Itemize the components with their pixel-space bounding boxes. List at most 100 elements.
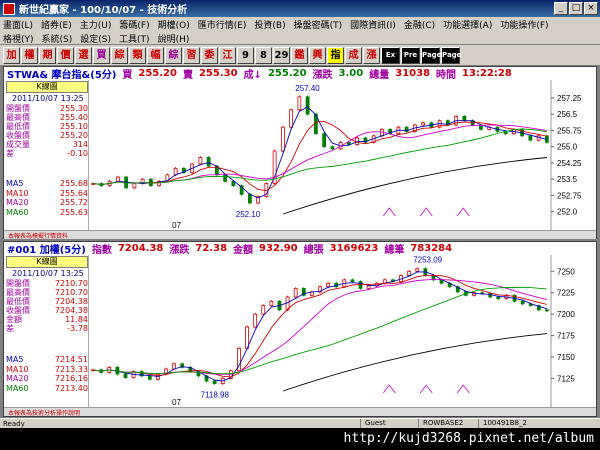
candle-body	[123, 373, 128, 378]
toolbar-button-8[interactable]: 幅	[147, 46, 164, 64]
candle-body	[198, 157, 203, 165]
info-value: 7204.38	[54, 306, 88, 315]
info-label: 金額	[6, 315, 22, 324]
futures-candlestick-chart: 257.25 256.5 255.75 255.0 254.25 253.5 252.75 2…	[91, 80, 582, 230]
menu-item-row1-2[interactable]: 主力(U)	[80, 18, 112, 31]
ma-value: 7213.40	[54, 383, 88, 393]
toolbar-button-21[interactable]: Ex	[381, 46, 400, 64]
info-row: 金額 11.84	[6, 315, 88, 324]
toolbar-button-9[interactable]: 綜	[165, 46, 182, 64]
toolbar-button-22[interactable]: Pre	[401, 46, 420, 64]
status-user: Guest	[360, 419, 418, 428]
ma-label: MA60	[6, 207, 29, 217]
toolbar-button-4[interactable]: 選	[75, 46, 92, 64]
moving-average-line	[93, 120, 547, 192]
toolbar-button-10[interactable]: 習	[183, 46, 200, 64]
futures-panel-footer: 本報表為模擬行情資料	[4, 230, 596, 240]
info-label: 開盤價	[6, 104, 30, 113]
info-label: 收盤價	[6, 306, 30, 315]
toolbar-button-19[interactable]: 成	[345, 46, 362, 64]
menu-item-row2-2[interactable]: 設定(S)	[80, 32, 111, 45]
futures-footer-text: 本報表為模擬行情資料	[8, 232, 69, 240]
index-k-chart-button[interactable]: K線圖	[6, 256, 88, 268]
change-value: 3.00	[338, 67, 364, 79]
index-plot-area[interactable]: 7250 7225 7200 7175 7150 7125 7253.09 7118.98 07	[88, 255, 596, 407]
toolbar-button-13[interactable]: 9	[237, 46, 254, 64]
menu-bar: 畫面(L) 諮券(E) 主力(U) 籌碼(F) 期權(O) 匯市行情(E) 投資(B) 操盤密…	[0, 17, 600, 45]
menu-item-row1-10[interactable]: 功能選擇(A)	[443, 18, 492, 31]
info-value: 255.40	[60, 113, 88, 122]
y-tick-label: 7125	[557, 374, 575, 383]
index-change-label: 漲跌	[169, 244, 190, 255]
info-value: 255.10	[60, 122, 88, 131]
close-button[interactable]: ×	[584, 2, 598, 15]
candle-body	[261, 305, 266, 315]
y-tick-label: 255.75	[557, 126, 582, 135]
menu-item-row1-4[interactable]: 期權(O)	[158, 18, 190, 31]
k-chart-button[interactable]: K線圖	[6, 81, 88, 93]
ma-value: 255.72	[60, 198, 88, 207]
menu-item-row2-3[interactable]: 工具(T)	[119, 32, 150, 45]
menu-item-row1-9[interactable]: 金融(C)	[404, 18, 435, 31]
y-tick-label: 252.0	[557, 208, 578, 217]
ma-label: MA20	[6, 198, 29, 207]
toolbar-button-24[interactable]: Page	[441, 46, 461, 64]
menu-item-row1-8[interactable]: 國際資訊(I)	[350, 18, 396, 31]
index-quote-header: #001 加權(5分) 指數 7204.38 漲跌 72.38 金額 932.9…	[4, 242, 596, 255]
futures-plot-area[interactable]: 257.25 256.5 255.75 255.0 254.25 253.5 252.75 2…	[88, 80, 596, 230]
menu-item-row1-6[interactable]: 投資(B)	[254, 18, 285, 31]
menu-item-row1-1[interactable]: 諮券(E)	[41, 18, 72, 31]
info-label: 收盤價	[6, 131, 30, 140]
trend-line	[282, 157, 548, 215]
toolbar-button-3[interactable]: 價	[57, 46, 74, 64]
index-label: 指數	[91, 244, 112, 255]
menu-item-row1-11[interactable]: 功能操作(F)	[500, 18, 548, 31]
menu-item-row2-4[interactable]: 說明(H)	[158, 32, 190, 45]
candle-body	[462, 115, 467, 122]
candle-body	[346, 141, 351, 145]
volume-value: 31038	[395, 67, 431, 79]
menu-item-row1-0[interactable]: 畫面(L)	[3, 18, 33, 31]
toolbar-button-14[interactable]: 8	[255, 46, 272, 64]
info-label: 最低價	[6, 297, 30, 306]
candle-body	[545, 309, 549, 312]
indicator-mark	[419, 384, 433, 394]
toolbar-button-18[interactable]: 指	[327, 46, 344, 64]
toolbar-button-23[interactable]: Page	[421, 46, 441, 64]
toolbar-button-15[interactable]: 29	[273, 46, 290, 64]
toolbar-button-16[interactable]: 鑑	[291, 46, 308, 64]
toolbar-button-6[interactable]: 綜	[111, 46, 128, 64]
ma-value: 255.64	[60, 188, 88, 198]
futures-quote-header: STWA& 摩台指&(5分) 買 255.20 賣 255.30 成↓ 255.…	[4, 67, 596, 80]
app-icon	[3, 2, 15, 15]
menu-item-row1-5[interactable]: 匯市行情(E)	[198, 18, 247, 31]
menu-item-row1-7[interactable]: 操盤密碼(T)	[294, 18, 343, 31]
candle-body	[280, 126, 285, 152]
candle-body	[247, 193, 252, 204]
toolbar-button-12[interactable]: 江	[219, 46, 236, 64]
moving-average-line	[93, 106, 548, 199]
toolbar-button-20[interactable]: 漲	[363, 46, 380, 64]
minimize-button[interactable]: _	[554, 2, 568, 15]
status-ready: Ready	[3, 419, 25, 428]
toolbar-button-7[interactable]: 類	[129, 46, 146, 64]
menu-item-row1-3[interactable]: 籌碼(F)	[119, 18, 149, 31]
toolbar-button-0[interactable]: 加	[3, 46, 20, 64]
futures-ma-list: MA5 255.68 MA10 255.64 MA20 255.72 MA60 255.63	[6, 179, 88, 217]
maximize-button[interactable]: □	[569, 2, 583, 15]
info-row: 開盤價 255.30	[6, 104, 88, 113]
total-count-label: 總筆	[384, 244, 405, 255]
index-chart-panel: #001 加權(5分) 指數 7204.38 漲跌 72.38 金額 932.9…	[3, 241, 597, 417]
info-label: 最高價	[6, 288, 30, 297]
info-row: 收盤價 255.20	[6, 131, 88, 140]
menu-item-row2-1[interactable]: 系統(S)	[42, 32, 73, 45]
ma-label: MA10	[6, 188, 29, 198]
index-info-date: 2011/10/07 13:25	[6, 269, 88, 279]
menu-item-row2-0[interactable]: 格視(Y)	[3, 32, 34, 45]
candle-body	[326, 282, 331, 288]
toolbar-button-1[interactable]: 權	[21, 46, 38, 64]
toolbar-button-5[interactable]: 買	[93, 46, 110, 64]
toolbar-button-2[interactable]: 期	[39, 46, 56, 64]
toolbar-button-11[interactable]: 委	[201, 46, 218, 64]
toolbar-button-17[interactable]: 興	[309, 46, 326, 64]
